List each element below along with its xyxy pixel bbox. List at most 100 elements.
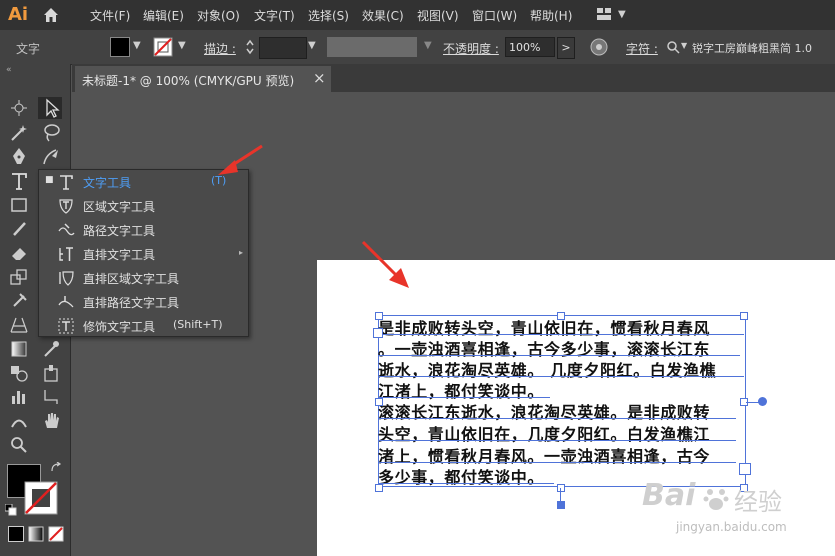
resize-handle-tl[interactable]	[375, 312, 383, 320]
chevron-down-icon[interactable]: ▼	[133, 40, 141, 51]
menu-window[interactable]: 窗口(W)	[472, 7, 517, 24]
menu-effect[interactable]: 效果(C)	[362, 7, 404, 24]
perspective-grid-tool-icon[interactable]	[8, 314, 30, 336]
magic-wand-tool-icon[interactable]	[8, 122, 30, 144]
menu-edit[interactable]: 编辑(E)	[143, 7, 184, 24]
artboard-tool-icon[interactable]	[8, 97, 30, 119]
flyout-item-vertical-type-tool[interactable]: 直排文字工具 ▸	[39, 242, 248, 266]
pen-tool-icon[interactable]	[8, 146, 30, 168]
close-icon[interactable]: ×	[313, 69, 326, 87]
widget-line	[560, 488, 561, 502]
stroke-weight-field[interactable]	[259, 37, 307, 59]
chevron-right-icon[interactable]: >	[557, 37, 575, 59]
none-mode-button[interactable]	[48, 526, 64, 542]
chevron-down-icon[interactable]: ▼	[308, 40, 316, 51]
flyout-item-vertical-type-on-path-tool[interactable]: 直排路径文字工具	[39, 290, 248, 314]
menu-select[interactable]: 选择(S)	[308, 7, 349, 24]
stepper-icon[interactable]	[245, 38, 255, 56]
rectangle-tool-icon[interactable]	[8, 194, 30, 216]
document-title: 未标题-1* @ 100% (CMYK/GPU 预览)	[82, 74, 295, 88]
section-label: 文字	[16, 42, 41, 56]
menu-object[interactable]: 对象(O)	[197, 7, 240, 24]
opacity-label: 不透明度 :	[443, 42, 499, 56]
lasso-tool-icon[interactable]	[40, 122, 62, 144]
chevron-right-icon: ▸	[239, 248, 244, 257]
variable-width-profile[interactable]	[327, 37, 417, 57]
recolor-artwork-icon[interactable]	[590, 38, 608, 56]
area-type-tool-icon	[59, 199, 73, 214]
resize-handle-bl[interactable]	[375, 484, 383, 492]
menu-view[interactable]: 视图(V)	[417, 7, 459, 24]
chevron-down-icon[interactable]: ▼	[681, 41, 687, 50]
eyedropper-tool-icon[interactable]	[40, 338, 62, 360]
baseline	[378, 462, 736, 463]
text-line: 多少事，都付笑谈中。	[378, 468, 545, 487]
chevron-down-icon[interactable]: ▼	[424, 40, 432, 51]
chevron-down-icon[interactable]: ▼	[618, 9, 626, 20]
home-icon[interactable]	[42, 6, 60, 24]
baseline	[378, 440, 736, 441]
resize-handle-tr[interactable]	[740, 312, 748, 320]
baseline	[378, 418, 736, 419]
curvature-tool-icon[interactable]	[40, 146, 62, 168]
character-label: 字符 :	[626, 42, 658, 56]
workspace-layout-icon[interactable]	[597, 8, 611, 20]
collapse-icon[interactable]: «	[6, 65, 12, 75]
default-colors-icon[interactable]	[5, 504, 17, 516]
blend-tool-icon[interactable]	[8, 362, 30, 384]
chevron-down-icon[interactable]: ▼	[178, 40, 186, 51]
width-tool-icon[interactable]	[8, 410, 30, 432]
resize-handle-l[interactable]	[375, 398, 383, 406]
document-tab[interactable]: 未标题-1* @ 100% (CMYK/GPU 预览) ×	[75, 66, 331, 92]
zoom-tool-icon[interactable]	[8, 434, 30, 456]
red-arrow-annotation	[218, 144, 263, 175]
vertical-type-on-path-tool-icon	[58, 296, 74, 308]
gradient-mode-button[interactable]	[28, 526, 44, 542]
text-line: 头空，青山依旧在，几度夕阳红。白发渔樵江	[378, 425, 711, 444]
live-paint-tool-icon[interactable]	[40, 362, 62, 384]
fill-swatch[interactable]	[110, 37, 130, 57]
resize-handle-t[interactable]	[557, 312, 565, 320]
hand-tool-icon[interactable]	[40, 410, 62, 432]
resize-handle-b[interactable]	[557, 484, 565, 492]
menu-file[interactable]: 文件(F)	[90, 7, 130, 24]
puppet-warp-tool-icon[interactable]	[8, 290, 30, 312]
baseline	[378, 355, 740, 356]
eraser-tool-icon[interactable]	[8, 242, 30, 264]
selected-bullet-icon: ■	[45, 175, 54, 185]
direct-selection-tool-icon[interactable]	[40, 97, 62, 119]
touch-type-tool-icon	[58, 318, 74, 334]
flyout-item-vertical-area-type-tool[interactable]: 直排区域文字工具	[39, 266, 248, 290]
slice-tool-icon[interactable]	[40, 386, 62, 408]
color-mode-button[interactable]	[8, 526, 24, 542]
flyout-item-type-on-path-tool[interactable]: 路径文字工具	[39, 218, 248, 242]
paintbrush-tool-icon[interactable]	[8, 218, 30, 240]
type-on-path-tool-icon	[58, 223, 75, 236]
area-type-widget-bottom[interactable]	[557, 501, 565, 509]
font-family-field[interactable]: 锐字工房巅峰粗黑简 1.0	[692, 40, 812, 56]
search-icon	[667, 41, 680, 54]
column-graph-tool-icon[interactable]	[8, 386, 30, 408]
in-port[interactable]	[373, 328, 383, 338]
flyout-item-touch-type-tool[interactable]: 修饰文字工具 (Shift+T)	[39, 314, 248, 338]
menu-help[interactable]: 帮助(H)	[530, 7, 572, 24]
gradient-tool-icon[interactable]	[8, 338, 30, 360]
stroke-color-swatch[interactable]	[24, 481, 58, 515]
stroke-none-swatch[interactable]	[153, 37, 173, 57]
vertical-type-tool-icon	[59, 247, 73, 261]
vertical-area-type-tool-icon	[59, 271, 74, 286]
area-text-frame[interactable]: 是非成败转头空，青山依旧在，惯看秋月春风 。一壶浊酒喜相逢，古今多少事，滚滚长江…	[378, 315, 746, 487]
type-tools-flyout: ■ 文字工具 (T) 区域文字工具 路径文字工具 直排文字工具 ▸ 直排区域文字…	[38, 169, 249, 337]
app-logo: Ai	[8, 4, 29, 25]
opacity-field[interactable]: 100%	[505, 37, 555, 57]
swap-colors-icon[interactable]	[50, 462, 62, 474]
text-line: 滚滚长江东逝水，浪花淘尽英雄。是非成败转	[378, 403, 711, 422]
scale-tool-icon[interactable]	[8, 266, 30, 288]
menu-bar: Ai 文件(F) 编辑(E) 对象(O) 文字(T) 选择(S) 效果(C) 视…	[0, 0, 835, 30]
menu-type[interactable]: 文字(T)	[254, 7, 295, 24]
area-type-widget-right[interactable]	[758, 397, 767, 406]
type-tool-icon[interactable]	[8, 170, 30, 192]
paw-logo-icon	[703, 489, 729, 510]
flyout-item-area-type-tool[interactable]: 区域文字工具	[39, 194, 248, 218]
out-port[interactable]	[739, 463, 751, 475]
